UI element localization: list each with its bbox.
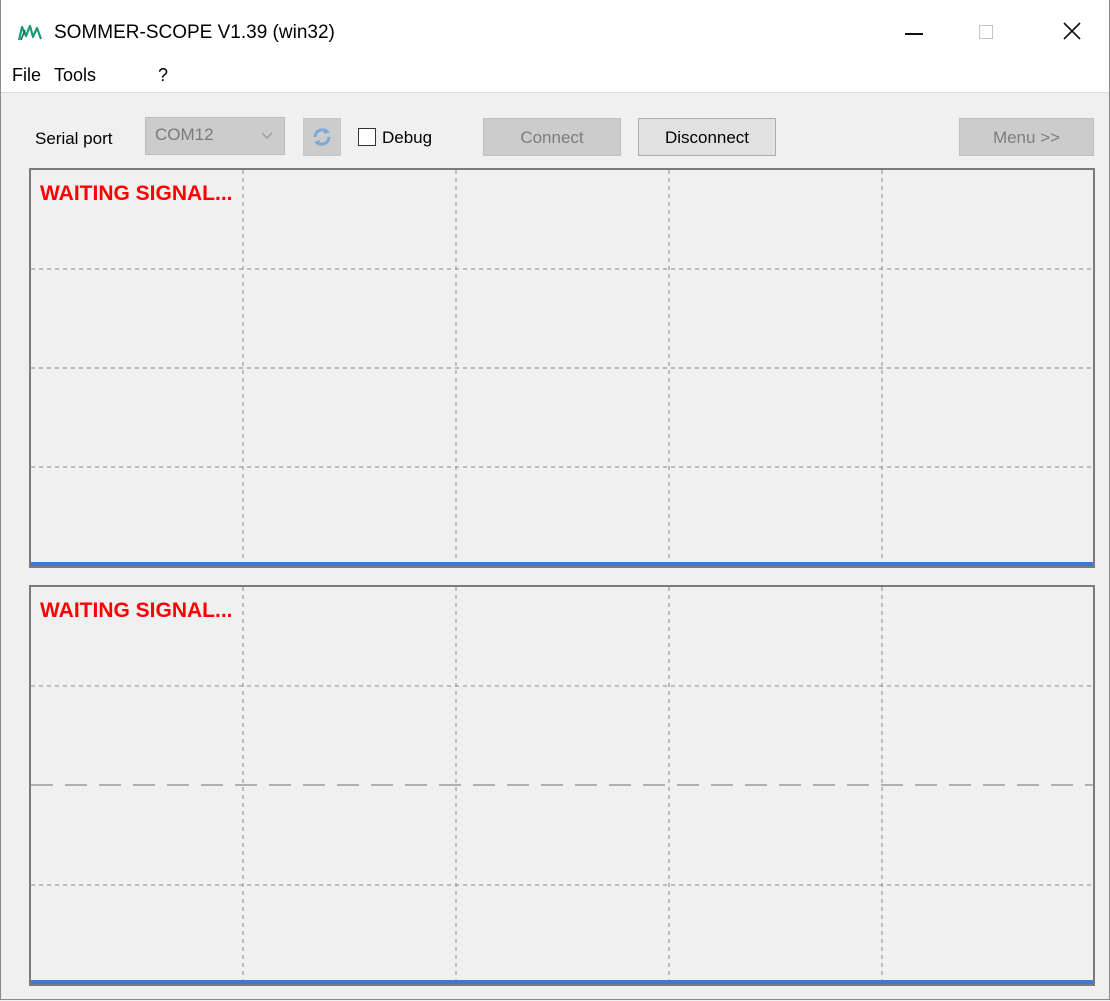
- scope-panel-1[interactable]: WAITING SIGNAL...: [29, 168, 1095, 568]
- app-logo-icon: [17, 24, 43, 41]
- minimize-button[interactable]: [877, 0, 947, 58]
- refresh-ports-button[interactable]: [303, 118, 341, 156]
- title-bar[interactable]: SOMMER-SCOPE V1.39 (win32): [1, 0, 1109, 58]
- menu-tools[interactable]: Tools: [54, 65, 96, 86]
- debug-label[interactable]: Debug: [382, 128, 432, 148]
- scope-panel-2[interactable]: WAITING SIGNAL...: [29, 585, 1095, 986]
- close-icon: [1063, 22, 1081, 40]
- serial-port-select[interactable]: COM12: [145, 117, 285, 155]
- scope-grid-2: [31, 587, 1093, 984]
- debug-checkbox[interactable]: [358, 128, 376, 146]
- menu-help[interactable]: ?: [158, 65, 168, 86]
- disconnect-button[interactable]: Disconnect: [638, 118, 776, 156]
- maximize-button[interactable]: [953, 0, 1023, 58]
- connect-button[interactable]: Connect: [483, 118, 621, 156]
- refresh-icon: [313, 128, 331, 146]
- scope-status-1: WAITING SIGNAL...: [40, 182, 233, 205]
- menu-toggle-button[interactable]: Menu >>: [959, 118, 1094, 156]
- menu-bar: File Tools ?: [1, 58, 1109, 93]
- menu-file[interactable]: File: [12, 65, 41, 86]
- scope-status-2: WAITING SIGNAL...: [40, 599, 233, 622]
- window-title: SOMMER-SCOPE V1.39 (win32): [54, 22, 335, 43]
- app-window: SOMMER-SCOPE V1.39 (win32) File Tools ? …: [0, 0, 1110, 1000]
- serial-port-value: COM12: [155, 125, 214, 144]
- scope-grid-1: [31, 170, 1093, 566]
- serial-port-label: Serial port: [35, 129, 113, 148]
- chevron-down-icon: [261, 132, 273, 139]
- close-button[interactable]: [1037, 0, 1107, 58]
